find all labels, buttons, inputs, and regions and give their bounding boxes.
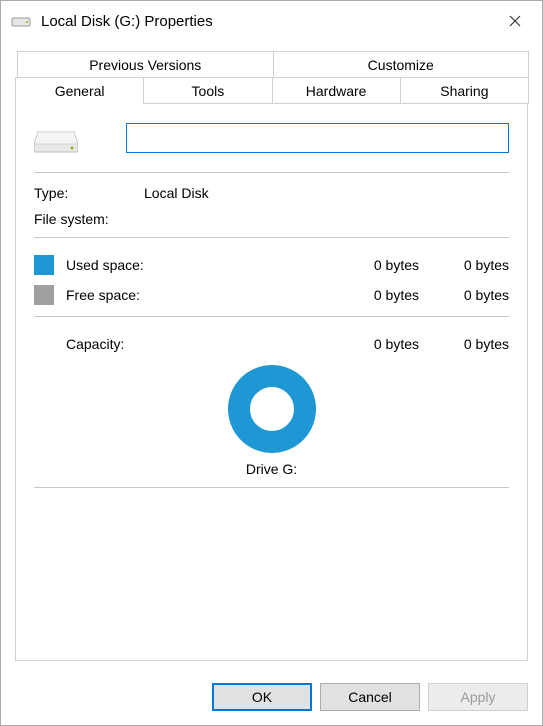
- drive-icon: [11, 14, 31, 28]
- properties-window: Local Disk (G:) Properties Previous Vers…: [0, 0, 543, 726]
- tab-hardware[interactable]: Hardware: [272, 77, 401, 104]
- titlebar: Local Disk (G:) Properties: [1, 1, 542, 41]
- used-swatch-icon: [34, 255, 54, 275]
- tab-tools[interactable]: Tools: [143, 77, 272, 104]
- separator: [34, 237, 509, 238]
- general-panel: Type: Local Disk File system: Used space…: [15, 103, 528, 661]
- free-swatch-icon: [34, 285, 54, 305]
- capacity-human: 0 bytes: [419, 336, 509, 352]
- ok-button[interactable]: OK: [212, 683, 312, 711]
- filesystem-row: File system:: [34, 211, 509, 227]
- separator: [34, 172, 509, 173]
- drive-name-label: Drive G:: [34, 461, 509, 477]
- drive-large-icon: [34, 122, 78, 154]
- free-label: Free space:: [66, 287, 309, 303]
- used-space-row: Used space: 0 bytes 0 bytes: [34, 250, 509, 280]
- pie-icon: [228, 365, 316, 453]
- used-label: Used space:: [66, 257, 309, 273]
- tab-sharing[interactable]: Sharing: [400, 77, 529, 104]
- button-bar: OK Cancel Apply: [1, 671, 542, 725]
- free-human: 0 bytes: [419, 287, 509, 303]
- type-value: Local Disk: [144, 185, 209, 201]
- apply-button[interactable]: Apply: [428, 683, 528, 711]
- separator: [34, 316, 509, 317]
- filesystem-label: File system:: [34, 211, 144, 227]
- tab-customize[interactable]: Customize: [273, 51, 530, 77]
- free-space-row: Free space: 0 bytes 0 bytes: [34, 280, 509, 310]
- content-area: Previous Versions Customize General Tool…: [1, 41, 542, 671]
- capacity-bytes: 0 bytes: [309, 336, 419, 352]
- volume-name-input[interactable]: [126, 123, 509, 153]
- window-title: Local Disk (G:) Properties: [41, 13, 492, 30]
- used-bytes: 0 bytes: [309, 257, 419, 273]
- type-label: Type:: [34, 185, 144, 201]
- type-row: Type: Local Disk: [34, 185, 509, 201]
- usage-pie-chart: [34, 365, 509, 453]
- separator: [34, 487, 509, 488]
- capacity-label: Capacity:: [66, 336, 309, 352]
- tab-general[interactable]: General: [15, 77, 144, 104]
- close-button[interactable]: [492, 5, 538, 37]
- used-human: 0 bytes: [419, 257, 509, 273]
- free-bytes: 0 bytes: [309, 287, 419, 303]
- capacity-row: Capacity: 0 bytes 0 bytes: [34, 329, 509, 359]
- tab-previous-versions[interactable]: Previous Versions: [17, 51, 274, 77]
- cancel-button[interactable]: Cancel: [320, 683, 420, 711]
- tabs: Previous Versions Customize General Tool…: [15, 51, 528, 661]
